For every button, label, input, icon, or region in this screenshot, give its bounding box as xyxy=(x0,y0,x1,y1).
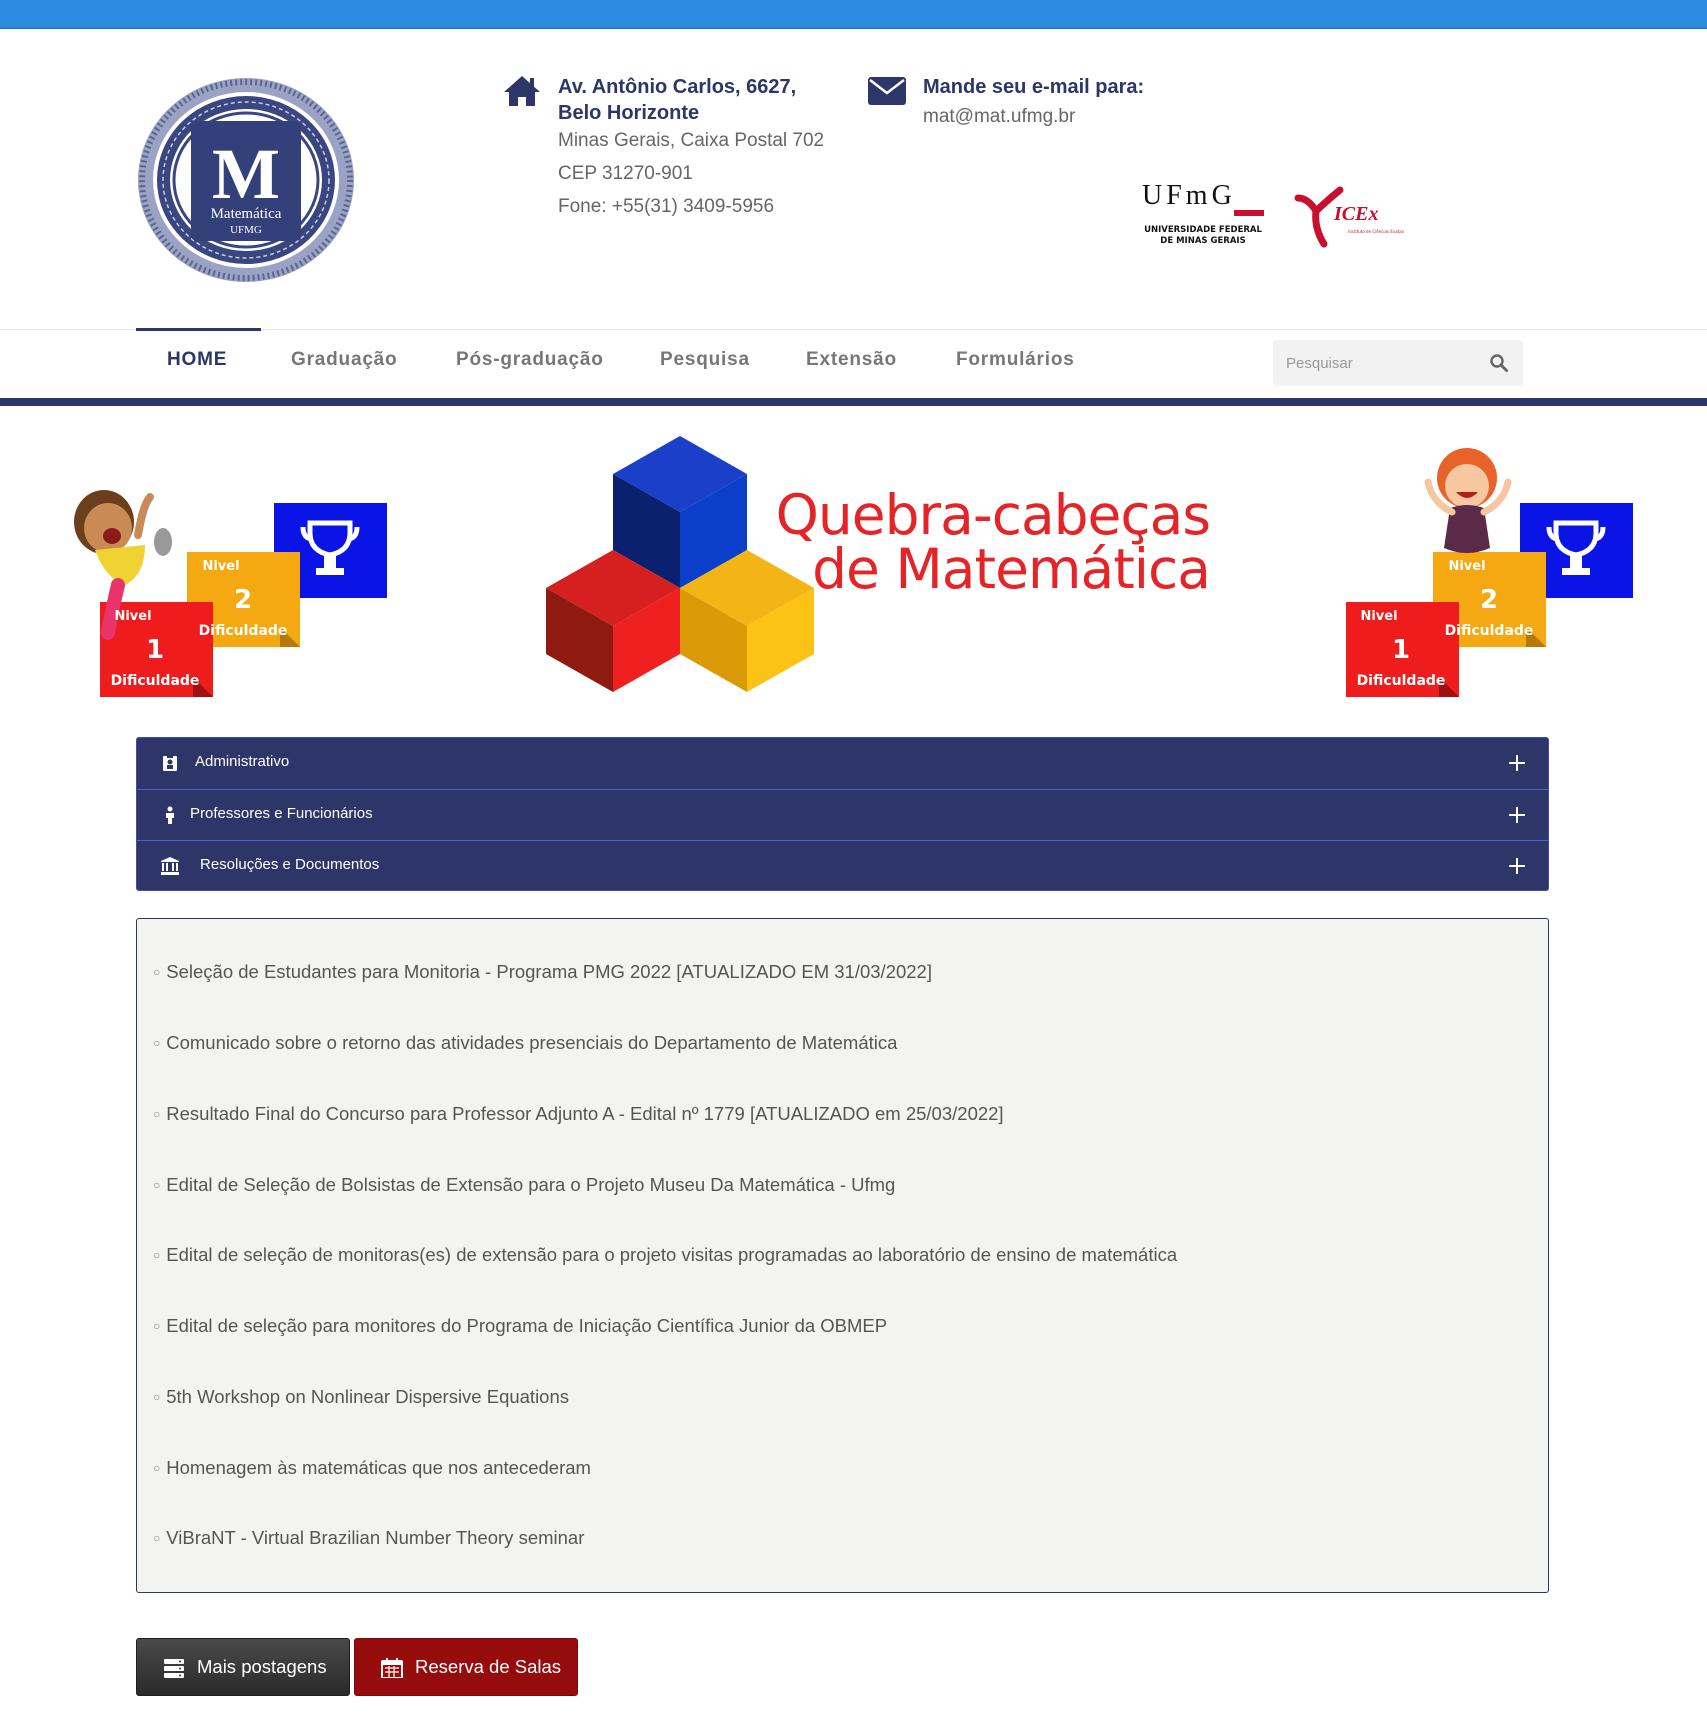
right-level2-number: 2 xyxy=(1480,585,1498,615)
nav-pos-graduacao[interactable]: Pós-graduação xyxy=(456,349,604,379)
calendar-icon xyxy=(381,1658,403,1678)
bullet-icon: ○ xyxy=(153,965,161,979)
ufmg-name-line2: DE MINAS GERAIS xyxy=(1160,236,1245,246)
right-level1-word: Nivel xyxy=(1360,609,1397,624)
news-item-text: Homenagem às matemáticas que nos anteced… xyxy=(166,1457,591,1478)
ufmg-wordmark: UFmG xyxy=(1142,180,1236,211)
banner-title-line1: Quebra-cabeças xyxy=(775,483,1211,547)
address-title: Av. Antônio Carlos, 6627, Belo Horizonte xyxy=(558,76,797,124)
accordion-professores[interactable]: Professores e Funcionários xyxy=(137,789,1548,840)
home-icon xyxy=(504,76,540,106)
more-posts-button[interactable]: Mais postagens xyxy=(136,1638,350,1696)
partner-logos: UFmG UNIVERSIDADE FEDERAL DE MINAS GERAI… xyxy=(1142,180,1404,248)
search-box xyxy=(1273,340,1523,386)
bullet-icon: ○ xyxy=(153,1178,161,1192)
nav-extensao[interactable]: Extensão xyxy=(806,349,897,379)
email-block: Mande seu e-mail para: mat@mat.ufmg.br xyxy=(867,74,1187,134)
right-level1-difficulty: Dificuldade xyxy=(1357,673,1446,689)
ufmg-logo[interactable]: UFmG UNIVERSIDADE FEDERAL DE MINAS GERAI… xyxy=(1142,180,1264,246)
accordion: Administrativo Professores e Funcionário… xyxy=(136,737,1549,891)
right-level1-number: 1 xyxy=(1392,635,1410,665)
news-item-text: Comunicado sobre o retorno das atividade… xyxy=(166,1032,898,1053)
right-podium-graphic xyxy=(1346,448,1633,697)
right-level2-word: Nivel xyxy=(1448,559,1485,574)
banner-title-line2: de Matemática xyxy=(812,537,1211,601)
bullet-icon: ○ xyxy=(153,1319,161,1333)
nav-home[interactable]: HOME xyxy=(167,349,227,379)
server-icon xyxy=(164,1659,184,1678)
nav-pesquisa[interactable]: Pesquisa xyxy=(660,349,750,379)
bullet-icon: ○ xyxy=(153,1390,161,1404)
logo-letter: M xyxy=(212,134,280,214)
nav-formularios[interactable]: Formulários xyxy=(956,349,1075,379)
news-item-text: ViBraNT - Virtual Brazilian Number Theor… xyxy=(166,1527,585,1548)
left-podium-graphic xyxy=(74,490,387,697)
nav-graduacao[interactable]: Graduação xyxy=(291,349,397,379)
news-list: ○ Seleção de Estudantes para Monitoria - … xyxy=(136,918,1549,1593)
news-item-text: Edital de seleção para monitores do Prog… xyxy=(166,1315,888,1336)
news-item[interactable]: ○ Comunicado sobre o retorno das atividad… xyxy=(153,1032,897,1054)
envelope-icon xyxy=(868,77,906,105)
room-booking-button[interactable]: Reserva de Salas xyxy=(354,1638,578,1696)
news-item[interactable]: ○ 5th Workshop on Nonlinear Dispersive Eq… xyxy=(153,1386,569,1408)
search-input[interactable] xyxy=(1273,340,1483,386)
address-block: Av. Antônio Carlos, 6627, Belo Horizonte… xyxy=(502,74,862,224)
institution-icon xyxy=(161,857,179,875)
accordion-label-administrativo: Administrativo xyxy=(195,753,290,770)
left-level2-word: Nivel xyxy=(202,559,239,574)
accordion-administrativo[interactable]: Administrativo xyxy=(137,738,1548,789)
nav-active-indicator xyxy=(136,328,261,331)
bullet-icon: ○ xyxy=(153,1461,161,1475)
phone-line: Fone: +55(31) 3409-5956 xyxy=(558,196,775,217)
news-item-text: 5th Workshop on Nonlinear Dispersive Equ… xyxy=(166,1386,570,1407)
icex-subtitle: Instituto de Ciências Exatas xyxy=(1348,229,1404,234)
left-level1-number: 1 xyxy=(146,635,164,665)
nav-bottom-bar xyxy=(0,398,1707,406)
accordion-label-resolucoes: Resoluções e Documentos xyxy=(200,856,380,873)
news-item[interactable]: ○ Edital de seleção para monitores do Pro… xyxy=(153,1315,887,1337)
matematica-ufmg-logo[interactable]: M Matemática UFMG xyxy=(136,76,356,284)
right-level2-difficulty: Dificuldade xyxy=(1445,623,1534,639)
expand-plus-icon[interactable] xyxy=(1508,857,1526,875)
bullet-icon: ○ xyxy=(153,1107,161,1121)
ufmg-name-line1: UNIVERSIDADE FEDERAL xyxy=(1144,225,1262,235)
news-item[interactable]: ○ Homenagem às matemáticas que nos antece… xyxy=(153,1457,591,1479)
room-booking-label: Reserva de Salas xyxy=(415,1656,562,1677)
news-item-text: Resultado Final do Concurso para Profess… xyxy=(166,1103,1004,1124)
bullet-icon: ○ xyxy=(153,1036,161,1050)
news-item[interactable]: ○ ViBraNT - Virtual Brazilian Number Theo… xyxy=(153,1527,584,1549)
news-item-text: Edital de Seleção de Bolsistas de Extens… xyxy=(166,1174,896,1195)
top-color-strip xyxy=(0,0,1707,29)
icex-logo[interactable]: ICEx Instituto de Ciências Exatas xyxy=(1294,186,1404,248)
news-item-text: Edital de seleção de monitoras(es) de ex… xyxy=(166,1244,1178,1265)
news-item[interactable]: ○ Edital de seleção de monitoras(es) de e… xyxy=(153,1244,1177,1266)
bullet-icon: ○ xyxy=(153,1531,161,1545)
id-badge-icon xyxy=(163,755,177,771)
icex-wordmark: ICEx xyxy=(1333,203,1378,225)
news-item[interactable]: ○ Resultado Final do Concurso para Profes… xyxy=(153,1103,1004,1125)
left-level1-difficulty: Dificuldade xyxy=(111,673,200,689)
email-title: Mande seu e-mail para: xyxy=(923,76,1145,98)
news-item-text: Seleção de Estudantes para Monitoria - P… xyxy=(166,961,932,982)
person-icon xyxy=(166,806,174,824)
address-line-2: CEP 31270-901 xyxy=(558,163,693,184)
search-icon[interactable] xyxy=(1489,353,1509,373)
logo-line2: UFMG xyxy=(230,224,262,236)
address-line-1: Minas Gerais, Caixa Postal 702 xyxy=(558,130,825,151)
banner-title: Quebra-cabeças de Matemática xyxy=(740,483,1211,601)
expand-plus-icon[interactable] xyxy=(1508,806,1526,824)
left-level2-number: 2 xyxy=(234,585,252,615)
accordion-resolucoes[interactable]: Resoluções e Documentos xyxy=(137,840,1548,890)
expand-plus-icon[interactable] xyxy=(1508,754,1526,772)
more-posts-label: Mais postagens xyxy=(197,1656,327,1677)
bullet-icon: ○ xyxy=(153,1248,161,1262)
logo-line1: Matemática xyxy=(211,206,282,222)
email-address-link[interactable]: mat@mat.ufmg.br xyxy=(923,104,1223,130)
left-level1-word: Nivel xyxy=(114,609,151,624)
accordion-label-professores: Professores e Funcionários xyxy=(190,805,373,822)
news-item[interactable]: ○ Seleção de Estudantes para Monitoria - … xyxy=(153,961,932,983)
news-item[interactable]: ○ Edital de Seleção de Bolsistas de Exten… xyxy=(153,1174,895,1196)
left-level2-difficulty: Dificuldade xyxy=(199,623,288,639)
